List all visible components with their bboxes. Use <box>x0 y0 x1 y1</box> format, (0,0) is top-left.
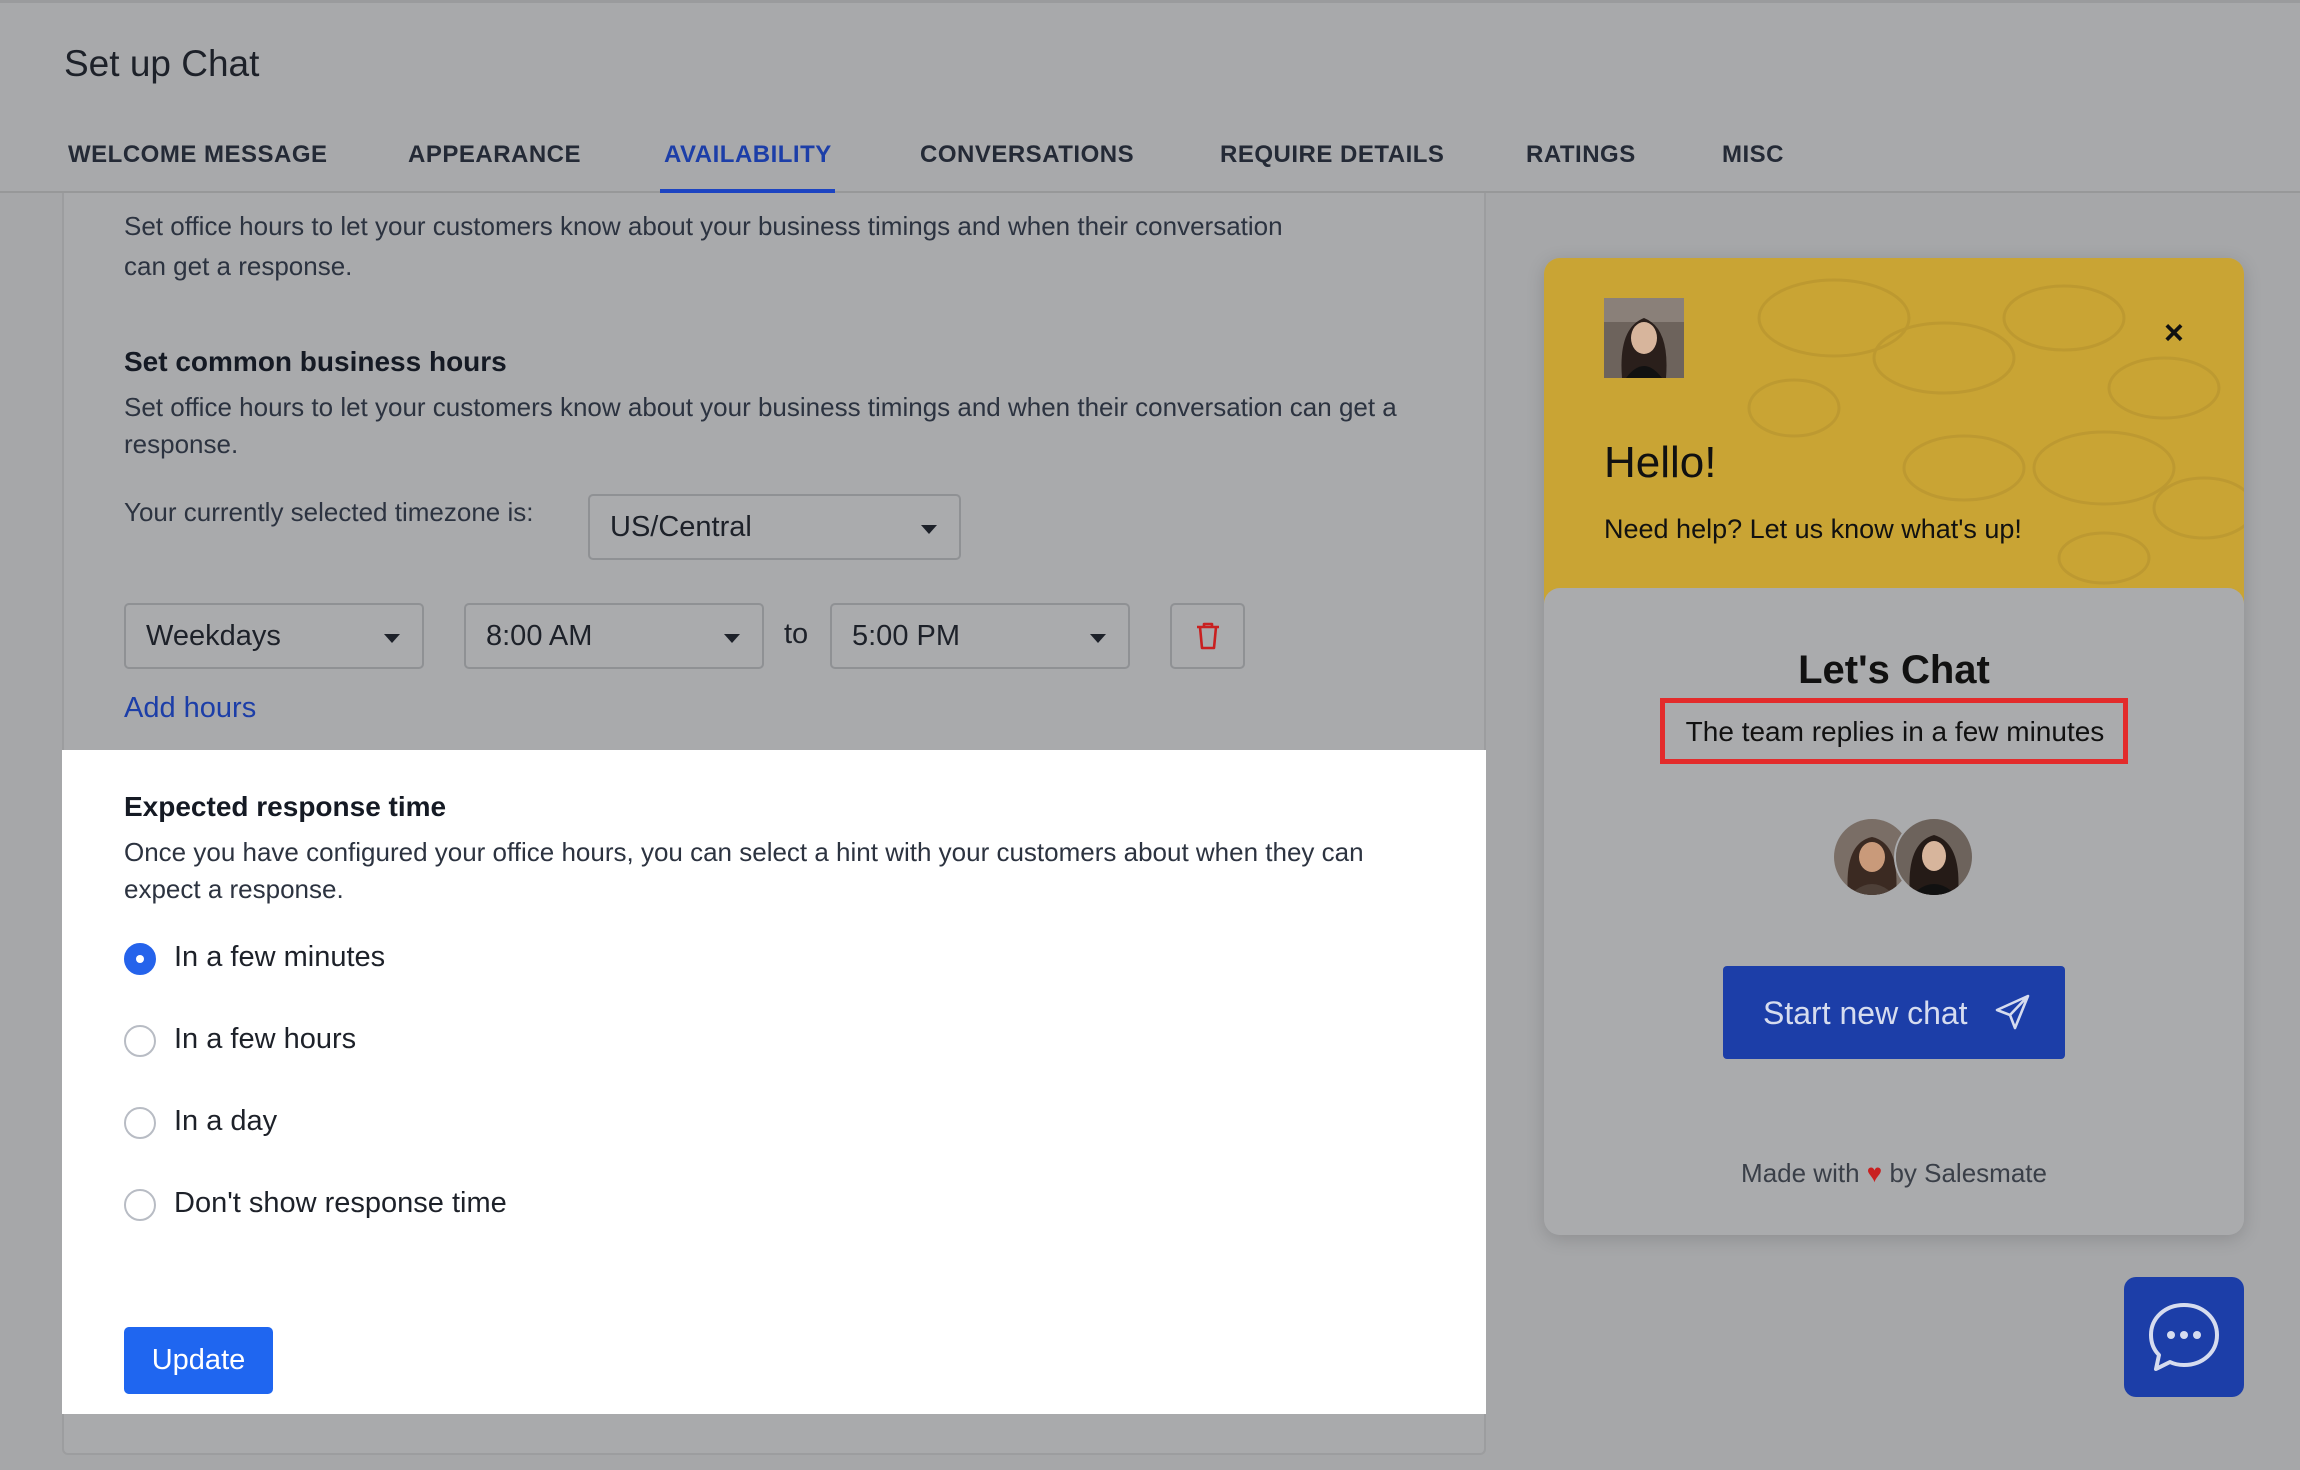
tab-require-details[interactable]: REQUIRE DETAILS <box>1220 141 1444 169</box>
start-time-value: 8:00 AM <box>486 620 593 652</box>
radio-dont-show[interactable] <box>124 1189 156 1221</box>
lets-chat-title: Let's Chat <box>1798 648 1990 692</box>
timezone-select[interactable]: US/Central <box>588 494 961 560</box>
days-value: Weekdays <box>146 620 281 652</box>
to-label: to <box>784 618 809 650</box>
option-label: In a few hours <box>174 1023 357 1055</box>
days-select[interactable]: Weekdays <box>124 603 424 669</box>
highlight-box: The team replies in a few minutes <box>1660 698 2128 764</box>
widget-greeting: Hello! <box>1604 438 1717 487</box>
widget-header: × Hello! Need help? Let us know what's u… <box>1544 258 2244 628</box>
page-header: Set up Chat WELCOME MESSAGE APPEARANCE A… <box>0 0 2300 194</box>
radio-a-day[interactable] <box>124 1107 156 1139</box>
send-icon <box>1995 994 2030 1030</box>
tab-appearance[interactable]: APPEARANCE <box>408 141 581 169</box>
end-time-select[interactable]: 5:00 PM <box>830 603 1130 669</box>
widget-body: Let's Chat The team replies in a few min… <box>1544 588 2244 1235</box>
chat-widget-preview: × Hello! Need help? Let us know what's u… <box>1544 258 2244 1235</box>
chat-bubble-icon <box>2149 1303 2219 1371</box>
team-avatar-2 <box>1894 817 1974 897</box>
timezone-value: US/Central <box>610 511 752 543</box>
tab-ratings[interactable]: RATINGS <box>1526 141 1636 169</box>
option-label: In a few minutes <box>174 941 386 973</box>
start-chat-label: Start new chat <box>1763 995 1968 1031</box>
response-time-heading: Expected response time <box>124 791 447 822</box>
team-avatar-icon <box>1896 819 1972 895</box>
business-hours-description: Set office hours to let your customers k… <box>124 392 1397 459</box>
tab-availability[interactable]: AVAILABILITY <box>664 141 832 169</box>
end-time-value: 5:00 PM <box>852 620 960 652</box>
timezone-label: Your currently selected timezone is: <box>124 497 534 527</box>
start-time-select[interactable]: 8:00 AM <box>464 603 764 669</box>
close-icon[interactable]: × <box>2164 314 2184 353</box>
office-hours-intro: Set office hours to let your customers k… <box>124 211 1283 281</box>
page-title: Set up Chat <box>64 43 260 84</box>
caret-down-icon <box>384 634 400 643</box>
update-button[interactable]: Update <box>124 1327 273 1394</box>
business-hours-heading: Set common business hours <box>124 346 507 377</box>
heart-icon: ♥ <box>1866 1158 1883 1188</box>
option-label: Don't show response time <box>174 1187 507 1219</box>
tab-welcome-message[interactable]: WELCOME MESSAGE <box>68 141 328 169</box>
made-with-footer: Made with ♥ by Salesmate <box>1544 1158 2244 1189</box>
chat-launcher-button[interactable] <box>2124 1277 2244 1397</box>
response-time-description: Once you have configured your office hou… <box>124 837 1364 904</box>
radio-few-hours[interactable] <box>124 1025 156 1057</box>
delete-hours-button[interactable] <box>1170 603 1245 669</box>
made-with-prefix: Made with <box>1741 1158 1860 1188</box>
agent-avatar <box>1604 298 1684 378</box>
tab-misc[interactable]: MISC <box>1722 141 1784 169</box>
tab-conversations[interactable]: CONVERSATIONS <box>920 141 1134 169</box>
made-with-suffix: by Salesmate <box>1889 1158 2047 1188</box>
trash-icon <box>1197 622 1219 650</box>
add-hours-link[interactable]: Add hours <box>124 692 256 725</box>
start-new-chat-button[interactable]: Start new chat <box>1723 966 2065 1059</box>
caret-down-icon <box>921 525 937 534</box>
option-label: In a day <box>174 1105 278 1137</box>
caret-down-icon <box>1090 634 1106 643</box>
caret-down-icon <box>724 634 740 643</box>
reply-time-text: The team replies in a few minutes <box>1685 716 2105 747</box>
widget-help-text: Need help? Let us know what's up! <box>1604 514 2022 544</box>
radio-few-minutes[interactable] <box>124 943 156 975</box>
agent-avatar-icon <box>1604 298 1684 378</box>
